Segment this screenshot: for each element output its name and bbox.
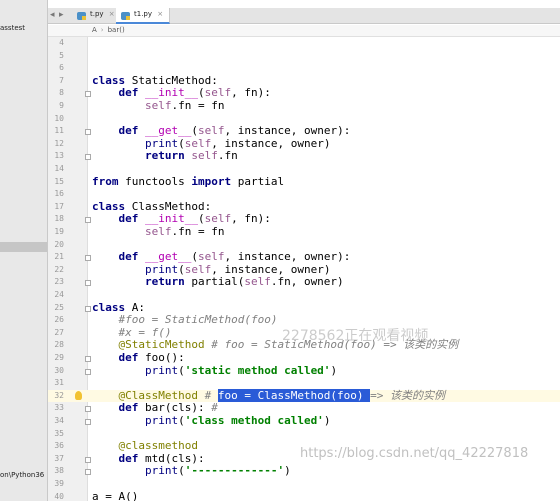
tab-t-py[interactable]: t.py × xyxy=(72,8,122,24)
code-line[interactable]: 5 xyxy=(48,50,560,63)
line-number: 11 xyxy=(54,126,64,136)
line-number: 27 xyxy=(54,327,64,337)
breadcrumb: A › bar() xyxy=(48,25,560,37)
line-number: 12 xyxy=(54,138,64,148)
line-number: 24 xyxy=(54,290,64,299)
fold-marker-icon[interactable] xyxy=(85,356,91,362)
line-number: 34 xyxy=(54,416,64,425)
fold-marker-icon[interactable] xyxy=(85,419,91,425)
lightbulb-icon[interactable] xyxy=(75,390,82,400)
line-number: 30 xyxy=(54,365,64,375)
sidebar-selected-row[interactable] xyxy=(0,242,47,252)
breadcrumb-method[interactable]: bar() xyxy=(108,26,125,34)
close-icon[interactable]: × xyxy=(157,10,163,18)
code-text: print('class method called') xyxy=(144,414,331,427)
close-icon[interactable]: × xyxy=(109,10,115,18)
line-number: 39 xyxy=(54,479,64,488)
line-number: 32 xyxy=(54,390,64,400)
fold-marker-icon[interactable] xyxy=(85,129,91,136)
line-number: 21 xyxy=(54,252,64,262)
line-number: 9 xyxy=(59,101,64,110)
video-watermark: 2278562正在观看视频 xyxy=(282,328,429,344)
fold-marker-icon[interactable] xyxy=(85,154,91,161)
python-file-icon xyxy=(121,12,130,20)
breadcrumb-separator: › xyxy=(100,26,104,34)
line-number: 26 xyxy=(54,315,64,325)
line-number: 25 xyxy=(54,302,64,312)
line-number: 16 xyxy=(54,189,64,199)
line-number: 8 xyxy=(59,88,64,98)
code-line[interactable]: 19 self.fn = fn xyxy=(48,225,560,239)
code-text: self.fn = fn xyxy=(144,225,225,238)
fold-marker-icon[interactable] xyxy=(85,469,91,476)
fold-marker-icon[interactable] xyxy=(85,456,91,463)
nav-back-icon[interactable]: ◂ xyxy=(50,10,55,20)
code-editor[interactable]: 4 5 6 7 class StaticMethod: 8 def __init__(se… xyxy=(48,37,560,501)
python-file-icon xyxy=(77,12,86,20)
fold-marker-icon[interactable] xyxy=(85,280,91,287)
line-number: 7 xyxy=(59,75,64,85)
code-line[interactable]: 13 return self.fn xyxy=(48,150,560,163)
code-text: print('-------------') xyxy=(144,464,291,478)
line-number: 35 xyxy=(54,428,64,438)
code-text: return partial(self.fn, owner) xyxy=(144,275,344,289)
code-line[interactable]: 34 print('class method called') xyxy=(48,414,560,428)
tab-t1-py[interactable]: t1.py × xyxy=(116,8,171,24)
line-number: 10 xyxy=(54,113,64,123)
fold-marker-icon[interactable] xyxy=(85,217,91,224)
interpreter-path: on\Python36 xyxy=(0,471,45,479)
line-number: 31 xyxy=(54,378,64,388)
fold-marker-icon[interactable] xyxy=(85,91,91,98)
code-text: return self.fn xyxy=(144,149,238,163)
line-number: 38 xyxy=(54,466,64,476)
fold-marker-icon[interactable] xyxy=(85,305,91,312)
line-number: 40 xyxy=(54,491,64,501)
fold-marker-icon[interactable] xyxy=(85,406,91,413)
line-number: 15 xyxy=(54,176,64,186)
line-number: 37 xyxy=(54,453,64,463)
code-line[interactable]: 15 from functools import partial xyxy=(48,174,560,189)
breadcrumb-class[interactable]: A xyxy=(92,26,97,34)
line-number: 14 xyxy=(54,164,64,173)
line-number: 23 xyxy=(54,277,64,287)
code-line[interactable]: 23 return partial(self.fn, owner) xyxy=(48,276,560,289)
line-number: 4 xyxy=(59,38,64,47)
tab-label: t.py xyxy=(90,10,104,18)
line-number: 28 xyxy=(54,340,64,350)
code-text: print('static method called') xyxy=(144,363,338,377)
line-number: 20 xyxy=(54,239,64,249)
code-line[interactable]: 9 self.fn = fn xyxy=(48,99,560,113)
fold-marker-icon[interactable] xyxy=(85,368,91,375)
code-line[interactable]: 38 print('-------------') xyxy=(48,465,560,478)
code-text: self.fn = fn xyxy=(144,99,225,112)
project-name[interactable]: asstest xyxy=(0,24,25,32)
editor-tab-bar: ◂ ▸ t.py × t1.py × xyxy=(48,8,560,24)
project-sidebar: asstest on\Python36 xyxy=(0,0,48,501)
code-line[interactable]: 4 xyxy=(48,37,560,50)
line-number: 36 xyxy=(54,441,64,451)
line-number: 5 xyxy=(59,50,64,60)
code-line[interactable]: 40 a = A() xyxy=(48,489,560,501)
line-number: 19 xyxy=(54,227,64,236)
fold-marker-icon[interactable] xyxy=(85,255,91,262)
nav-forward-icon[interactable]: ▸ xyxy=(59,10,64,20)
line-number: 17 xyxy=(54,201,64,211)
code-text: a = A() xyxy=(92,489,139,501)
line-number: 6 xyxy=(59,63,64,73)
code-line[interactable]: 30 print('static method called') xyxy=(48,363,560,378)
line-number: 13 xyxy=(54,151,64,161)
code-text: from functools import partial xyxy=(92,174,285,188)
line-number: 33 xyxy=(54,403,64,413)
blog-url-watermark: https://blog.csdn.net/qq_42227818 xyxy=(300,446,529,461)
line-number: 18 xyxy=(54,214,64,224)
tab-label: t1.py xyxy=(134,10,153,18)
line-number: 29 xyxy=(54,353,64,362)
line-number: 22 xyxy=(54,264,64,274)
